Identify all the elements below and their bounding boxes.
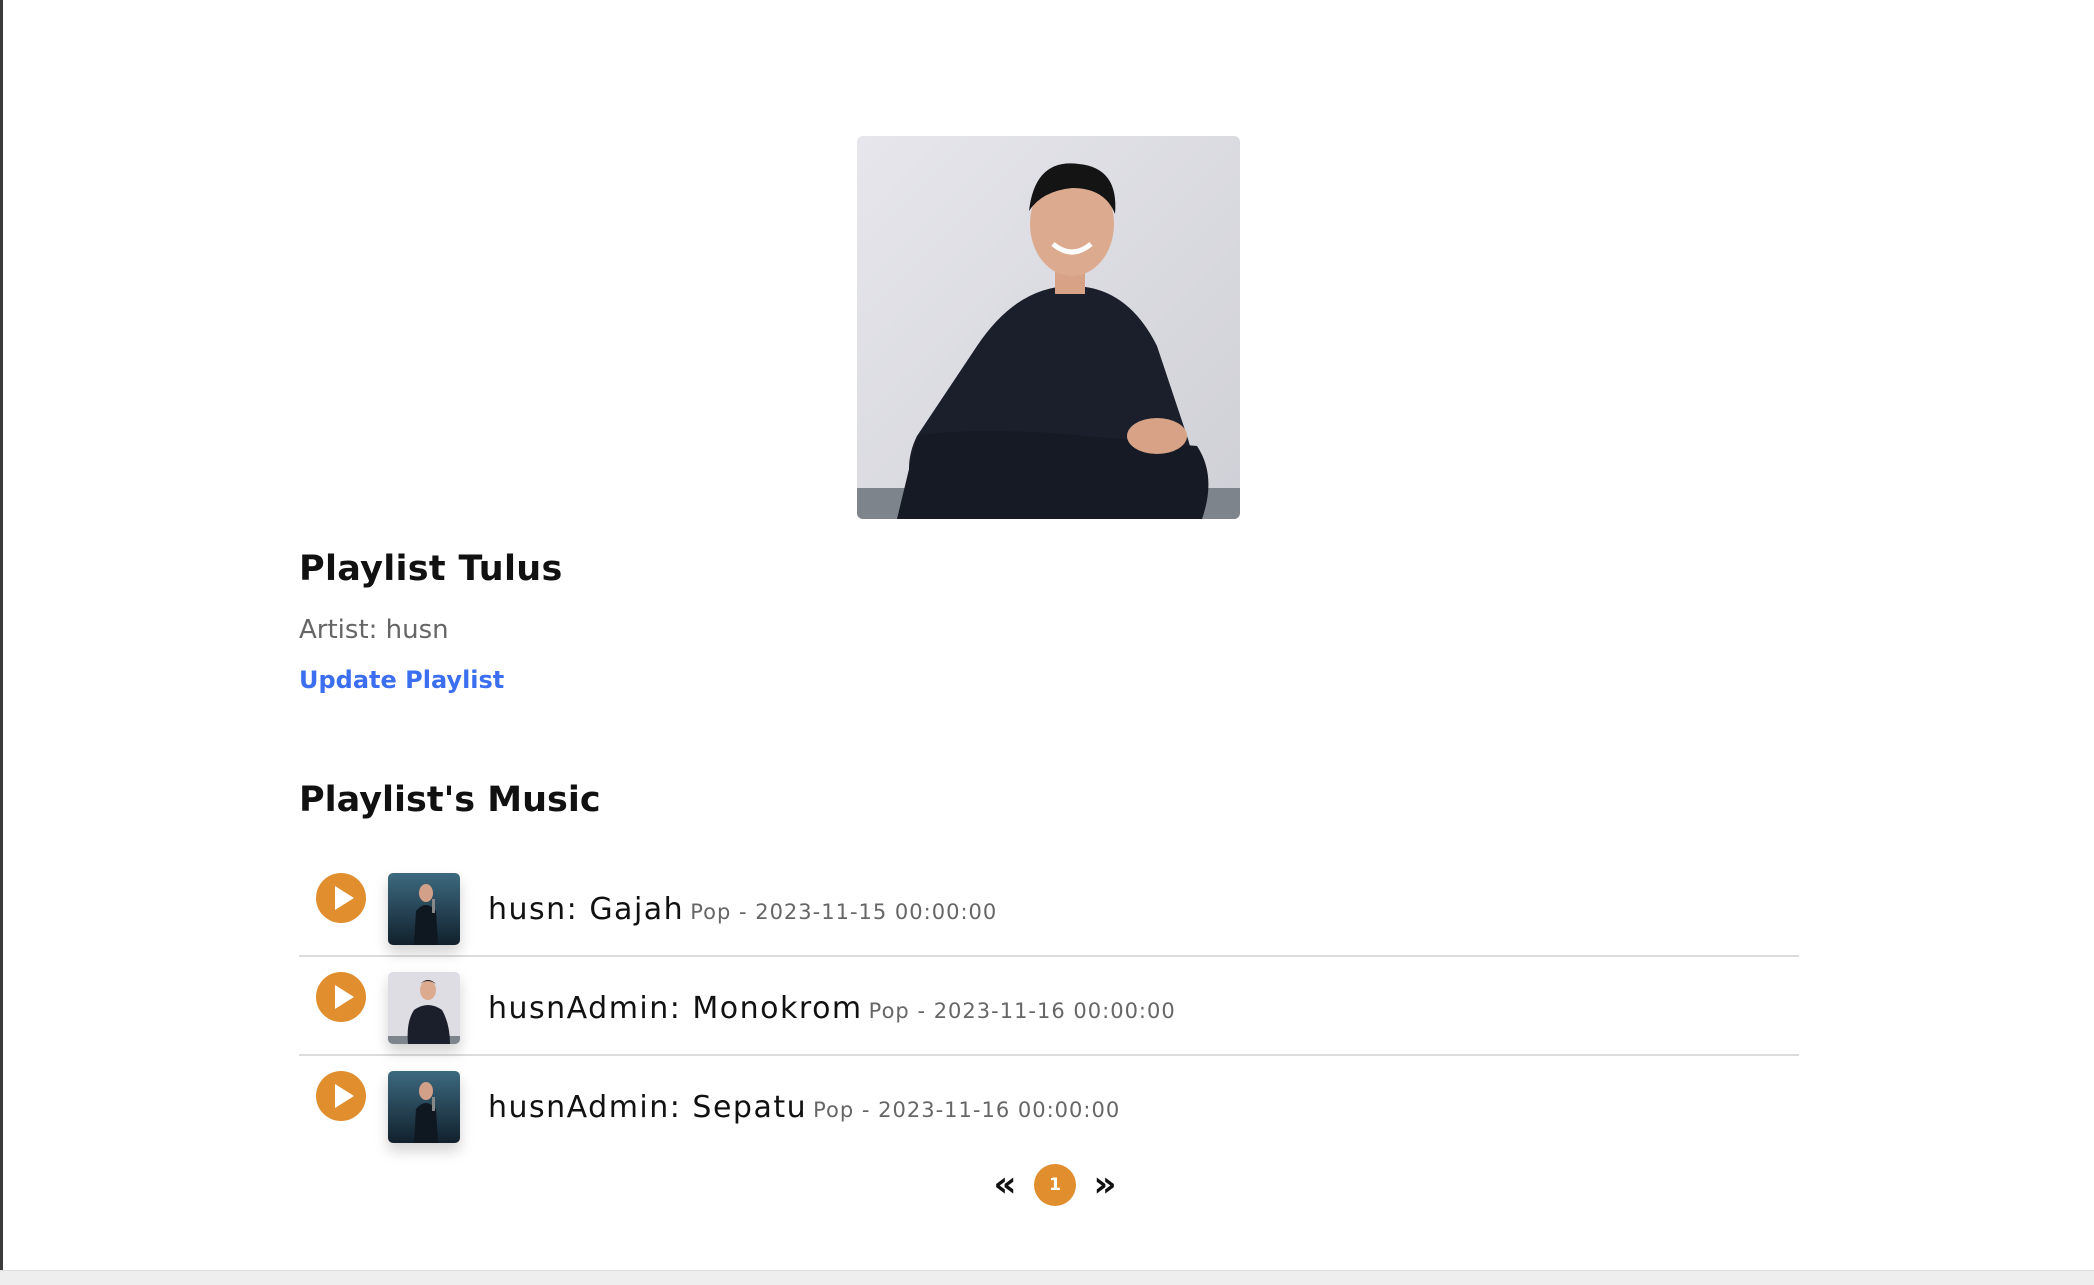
window-left-edge: [0, 0, 3, 1270]
song-info: husn: Gajah Pop - 2023-11-15 00:00:00: [488, 892, 997, 927]
update-playlist-link[interactable]: Update Playlist: [299, 666, 504, 694]
playlist-artist: Artist: husn: [299, 615, 449, 645]
music-row: husn: Gajah Pop - 2023-11-15 00:00:00: [299, 858, 1799, 957]
song-title[interactable]: husnAdmin: Monokrom: [488, 991, 863, 1026]
song-meta: Pop - 2023-11-16 00:00:00: [813, 1098, 1121, 1122]
play-button[interactable]: [316, 972, 366, 1022]
bottom-scrollbar[interactable]: [0, 1270, 2094, 1285]
play-icon: [335, 886, 354, 910]
song-title[interactable]: husn: Gajah: [488, 892, 684, 927]
music-list: husn: Gajah Pop - 2023-11-15 00:00:00 hus…: [299, 858, 1799, 1153]
playlist-cover-image: [857, 136, 1240, 519]
play-button[interactable]: [316, 1071, 366, 1121]
song-thumbnail: [388, 972, 460, 1044]
song-title[interactable]: husnAdmin: Sepatu: [488, 1090, 807, 1125]
play-icon: [335, 985, 354, 1009]
song-info: husnAdmin: Sepatu Pop - 2023-11-16 00:00:…: [488, 1090, 1120, 1125]
song-thumbnail: [388, 1071, 460, 1143]
pagination: « 1 »: [980, 1163, 1130, 1207]
playlist-music-heading: Playlist's Music: [299, 780, 601, 820]
next-page-icon[interactable]: »: [1080, 1163, 1130, 1207]
playlist-title: Playlist Tulus: [299, 549, 563, 589]
music-row: husnAdmin: Monokrom Pop - 2023-11-16 00:0…: [299, 957, 1799, 1056]
song-info: husnAdmin: Monokrom Pop - 2023-11-16 00:0…: [488, 991, 1176, 1026]
song-meta: Pop - 2023-11-15 00:00:00: [690, 900, 998, 924]
play-button[interactable]: [316, 873, 366, 923]
music-row: husnAdmin: Sepatu Pop - 2023-11-16 00:00:…: [299, 1056, 1799, 1153]
page-number-current[interactable]: 1: [1034, 1164, 1076, 1206]
previous-page-icon[interactable]: «: [980, 1163, 1030, 1207]
song-thumbnail: [388, 873, 460, 945]
play-icon: [335, 1084, 354, 1108]
song-meta: Pop - 2023-11-16 00:00:00: [868, 999, 1176, 1023]
